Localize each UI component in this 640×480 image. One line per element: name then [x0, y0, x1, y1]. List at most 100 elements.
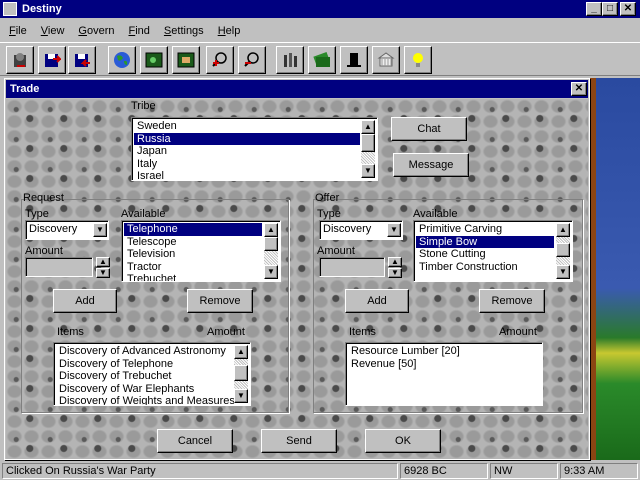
scroll-down-icon[interactable]: ▼ [234, 389, 248, 403]
zoom-out-icon[interactable] [238, 46, 266, 74]
save-icon[interactable] [38, 46, 66, 74]
trade-close-button[interactable]: ✕ [571, 82, 587, 96]
money-icon[interactable] [308, 46, 336, 74]
chat-button[interactable]: Chat [391, 117, 467, 141]
tribe-item-italy[interactable]: Italy [134, 158, 360, 171]
app-title-bar: Destiny [0, 0, 640, 18]
zoom-in-icon[interactable] [206, 46, 234, 74]
offer-amount-input[interactable] [319, 257, 385, 277]
message-button[interactable]: Message [393, 153, 469, 177]
chevron-down-icon[interactable]: ▼ [93, 223, 107, 237]
app-icon [3, 2, 17, 16]
trade-title: Trade [10, 83, 40, 95]
scroll-down-icon[interactable]: ▼ [361, 164, 375, 178]
building-icon[interactable] [372, 46, 400, 74]
request-items-scrollbar[interactable]: ▲ ▼ [234, 345, 248, 403]
menu-bar: File View Govern Find Settings Help [2, 22, 247, 40]
menu-view[interactable]: View [34, 22, 72, 40]
lightbulb-icon[interactable] [404, 46, 432, 74]
offer-items-label: Items [349, 326, 376, 338]
offer-available-list[interactable]: Primitive Carving Simple Bow Stone Cutti… [413, 220, 573, 282]
request-remove-button[interactable]: Remove [187, 289, 253, 313]
offer-available-scrollbar[interactable]: ▲ ▼ [556, 223, 570, 279]
request-add-button[interactable]: Add [53, 289, 117, 313]
close-button[interactable]: ✕ [620, 2, 636, 16]
request-amount-label: Amount [25, 245, 63, 257]
tribe-item-israel[interactable]: Israel [134, 170, 360, 180]
scroll-up-icon[interactable]: ▲ [361, 120, 375, 134]
factory-icon[interactable] [276, 46, 304, 74]
request-available-item[interactable]: Telephone [124, 223, 262, 236]
offer-items-list[interactable]: Resource Lumber [20] Revenue [50] [345, 342, 543, 406]
offer-amount-down-icon[interactable]: ▼ [388, 268, 402, 278]
request-available-scrollbar[interactable]: ▲ ▼ [264, 223, 278, 279]
offer-amount-label: Amount [317, 245, 355, 257]
scroll-down-icon[interactable]: ▼ [264, 265, 278, 279]
request-available-item[interactable]: Television [124, 248, 278, 261]
hat-icon[interactable] [340, 46, 368, 74]
request-type-select[interactable]: Discovery ▼ [25, 220, 109, 240]
offer-add-button[interactable]: Add [345, 289, 409, 313]
cancel-button[interactable]: Cancel [157, 429, 233, 453]
request-item[interactable]: Discovery of Advanced Astronomy [56, 345, 248, 358]
request-available-item[interactable]: Tractor [124, 261, 278, 274]
exit-icon[interactable] [6, 46, 34, 74]
status-date: 6928 BC [400, 463, 488, 479]
offer-item[interactable]: Revenue [50] [348, 358, 540, 371]
request-amount-down-icon[interactable]: ▼ [96, 268, 110, 278]
offer-item[interactable]: Resource Lumber [20] [348, 345, 540, 358]
request-items-list[interactable]: Discovery of Advanced Astronomy Discover… [53, 342, 251, 406]
scroll-thumb[interactable] [556, 243, 570, 257]
request-available-item[interactable]: Trebuchet [124, 273, 278, 281]
offer-amount-up-icon[interactable]: ▲ [388, 257, 402, 267]
globe-icon[interactable] [108, 46, 136, 74]
tribe-item-japan[interactable]: Japan [134, 145, 360, 158]
map-view[interactable] [590, 78, 640, 460]
scroll-thumb[interactable] [264, 237, 278, 251]
scroll-down-icon[interactable]: ▼ [556, 265, 570, 279]
tribe-list[interactable]: Sweden Russia Japan Italy Israel ▲ ▼ [131, 117, 378, 181]
trade-title-bar: Trade [6, 80, 588, 98]
request-item[interactable]: Discovery of Trebuchet [56, 370, 248, 383]
menu-find[interactable]: Find [122, 22, 157, 40]
menu-help[interactable]: Help [211, 22, 248, 40]
tribe-scrollbar[interactable]: ▲ ▼ [361, 120, 375, 178]
menu-settings[interactable]: Settings [157, 22, 211, 40]
offer-available-item[interactable]: Stone Cutting [416, 248, 570, 261]
map-icon[interactable] [140, 46, 168, 74]
minimize-button[interactable]: _ [586, 2, 602, 16]
tribe-label: Tribe [131, 100, 156, 112]
status-message: Clicked On Russia's War Party [2, 463, 398, 479]
request-item[interactable]: Discovery of War Elephants [56, 383, 248, 396]
load-icon[interactable] [68, 46, 96, 74]
offer-type-select[interactable]: Discovery ▼ [319, 220, 403, 240]
tribe-item-russia[interactable]: Russia [134, 132, 360, 145]
request-item[interactable]: Discovery of Weights and Measures [56, 395, 248, 405]
offer-available-item[interactable]: Simple Bow [416, 235, 554, 248]
scroll-up-icon[interactable]: ▲ [234, 345, 248, 359]
menu-govern[interactable]: Govern [71, 22, 121, 40]
request-available-item[interactable]: Telescope [124, 236, 278, 249]
request-item[interactable]: Discovery of Telephone [56, 358, 248, 371]
offer-remove-button[interactable]: Remove [479, 289, 545, 313]
offer-available-label: Available [413, 208, 458, 220]
request-amount-up-icon[interactable]: ▲ [96, 257, 110, 267]
status-bar: Clicked On Russia's War Party 6928 BC NW… [0, 461, 640, 480]
scroll-thumb[interactable] [234, 365, 248, 381]
send-button[interactable]: Send [261, 429, 337, 453]
city-icon[interactable] [172, 46, 200, 74]
status-time: 9:33 AM [560, 463, 638, 479]
offer-available-item[interactable]: Primitive Carving [416, 223, 570, 236]
chevron-down-icon[interactable]: ▼ [387, 223, 401, 237]
toolbar [0, 42, 640, 76]
scroll-up-icon[interactable]: ▲ [556, 223, 570, 237]
request-amount-input[interactable] [25, 257, 93, 277]
request-available-list[interactable]: Telephone Telescope Television Tractor T… [121, 220, 281, 282]
tribe-item-sweden[interactable]: Sweden [134, 120, 360, 133]
maximize-button[interactable]: □ [602, 2, 618, 16]
ok-button[interactable]: OK [365, 429, 441, 453]
menu-file[interactable]: File [2, 22, 34, 40]
scroll-up-icon[interactable]: ▲ [264, 223, 278, 237]
offer-available-item[interactable]: Timber Construction [416, 261, 570, 274]
scroll-thumb[interactable] [361, 134, 375, 152]
